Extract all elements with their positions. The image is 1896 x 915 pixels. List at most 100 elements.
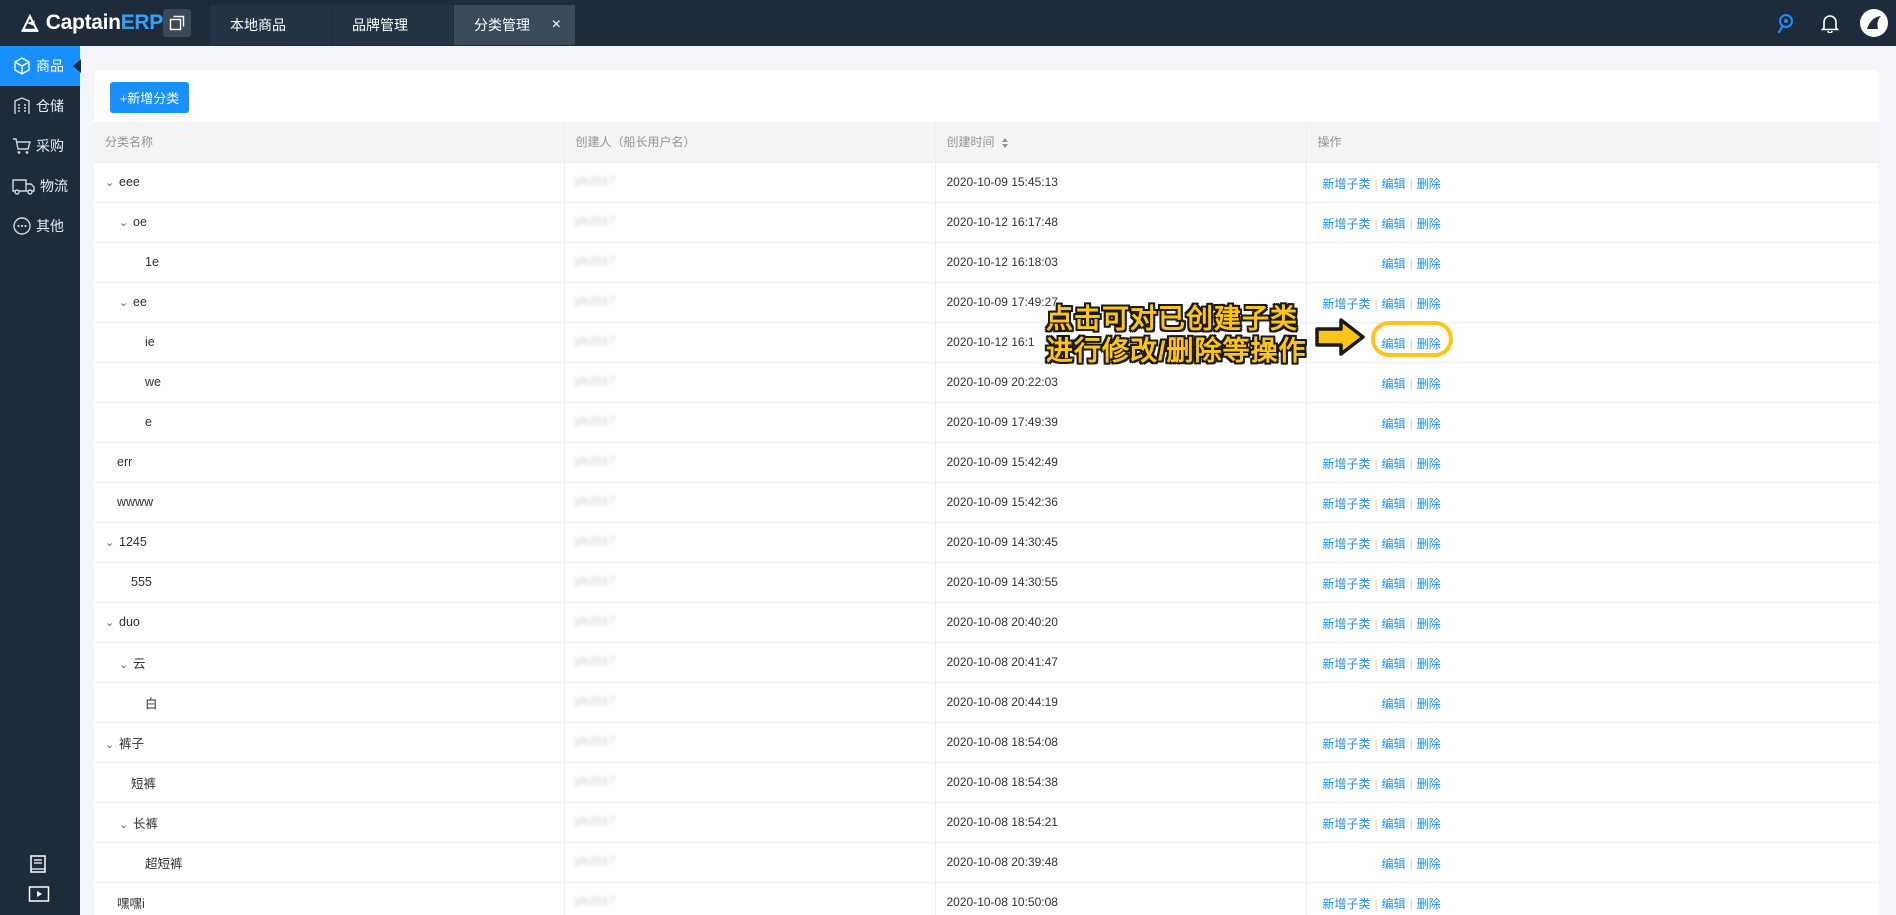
delete-link[interactable]: 删除 xyxy=(1417,457,1441,471)
category-name: 云 xyxy=(133,656,146,671)
chevron-down-icon[interactable]: ⌄ xyxy=(119,216,131,229)
category-name-cell: ie xyxy=(94,322,565,363)
edit-link[interactable]: 编辑 xyxy=(1382,697,1406,711)
delete-link[interactable]: 删除 xyxy=(1417,657,1441,671)
divider: | xyxy=(1409,816,1413,831)
chevron-down-icon[interactable]: ⌄ xyxy=(119,296,131,309)
column-header-time[interactable]: 创建时间 xyxy=(935,122,1307,163)
add-child-link[interactable]: 新增子类 xyxy=(1323,537,1371,551)
delete-link[interactable]: 删除 xyxy=(1417,257,1441,271)
add-category-button[interactable]: +新增分类 xyxy=(110,82,189,113)
window-toggle-button[interactable] xyxy=(163,9,191,37)
delete-link[interactable]: 删除 xyxy=(1417,177,1441,191)
edit-link[interactable]: 编辑 xyxy=(1382,417,1406,431)
chevron-down-icon[interactable]: ⌄ xyxy=(119,818,131,831)
add-child-link[interactable]: 新增子类 xyxy=(1323,817,1371,831)
delete-link[interactable]: 删除 xyxy=(1417,857,1441,871)
delete-link[interactable]: 删除 xyxy=(1417,377,1441,391)
add-child-link[interactable]: 新增子类 xyxy=(1323,777,1371,791)
book-icon xyxy=(30,855,46,873)
created-time-cell: 2020-10-08 18:54:08 xyxy=(935,722,1307,763)
category-name: 短裤 xyxy=(131,776,157,791)
creator-cell: jdu2017 xyxy=(564,642,936,683)
chevron-down-icon[interactable]: ⌄ xyxy=(105,176,117,189)
edit-link[interactable]: 编辑 xyxy=(1382,857,1406,871)
chevron-down-icon[interactable]: ⌄ xyxy=(105,616,117,629)
creator-cell: jdu2017 xyxy=(564,802,936,843)
add-child-link[interactable]: 新增子类 xyxy=(1323,497,1371,511)
tab-brand-management[interactable]: 品牌管理 xyxy=(332,5,453,45)
add-child-link[interactable]: 新增子类 xyxy=(1323,577,1371,591)
edit-link[interactable]: 编辑 xyxy=(1382,177,1406,191)
add-child-link[interactable]: 新增子类 xyxy=(1323,657,1371,671)
delete-link[interactable]: 删除 xyxy=(1417,777,1441,791)
edit-link[interactable]: 编辑 xyxy=(1382,297,1406,311)
add-child-link[interactable]: 新增子类 xyxy=(1323,617,1371,631)
edit-link[interactable]: 编辑 xyxy=(1382,537,1406,551)
sort-icon[interactable] xyxy=(1001,137,1009,149)
table-row: we jdu2017 2020-10-09 20:22:03 |编辑|删除 xyxy=(94,362,1879,403)
tab-category-management[interactable]: 分类管理 × xyxy=(454,5,575,45)
delete-link[interactable]: 删除 xyxy=(1417,297,1441,311)
edit-link[interactable]: 编辑 xyxy=(1382,457,1406,471)
edit-link[interactable]: 编辑 xyxy=(1382,577,1406,591)
add-child-link[interactable]: 新增子类 xyxy=(1323,897,1371,911)
help-icon xyxy=(1777,14,1793,34)
delete-link[interactable]: 删除 xyxy=(1417,577,1441,591)
delete-link[interactable]: 删除 xyxy=(1417,737,1441,751)
notifications-button[interactable] xyxy=(1808,0,1852,46)
name-wrap: ⌄ 云 xyxy=(105,653,146,672)
category-name: 1245 xyxy=(119,535,147,549)
column-header-creator: 创建人（船长用户名） xyxy=(564,122,936,163)
edit-link[interactable]: 编辑 xyxy=(1382,257,1406,271)
sidebar-item-other[interactable]: 其他 xyxy=(0,206,80,246)
edit-link[interactable]: 编辑 xyxy=(1382,817,1406,831)
edit-link[interactable]: 编辑 xyxy=(1382,777,1406,791)
edit-link[interactable]: 编辑 xyxy=(1382,897,1406,911)
name-wrap: ⌄ duo xyxy=(105,615,140,629)
divider: | xyxy=(1409,576,1413,591)
ops-cell: |编辑|删除 xyxy=(1306,682,1879,723)
ops-cell: 新增子类 | 编辑 | 删除 xyxy=(1306,202,1879,243)
edit-link[interactable]: 编辑 xyxy=(1382,617,1406,631)
sidebar-item-warehouse[interactable]: 仓储 xyxy=(0,86,80,126)
delete-link[interactable]: 删除 xyxy=(1417,817,1441,831)
help-button[interactable] xyxy=(1764,0,1808,46)
delete-link[interactable]: 删除 xyxy=(1417,417,1441,431)
edit-link[interactable]: 编辑 xyxy=(1382,217,1406,231)
delete-link[interactable]: 删除 xyxy=(1417,617,1441,631)
delete-link[interactable]: 删除 xyxy=(1417,897,1441,911)
user-avatar-button[interactable] xyxy=(1852,0,1896,46)
edit-link[interactable]: 编辑 xyxy=(1382,737,1406,751)
delete-link[interactable]: 删除 xyxy=(1417,537,1441,551)
brand-accent: ERP xyxy=(120,11,164,34)
chevron-down-icon[interactable]: ⌄ xyxy=(105,536,117,549)
sidebar-item-products[interactable]: 商品 xyxy=(0,46,81,86)
video-tutorial-button[interactable] xyxy=(28,879,50,909)
edit-link[interactable]: 编辑 xyxy=(1382,657,1406,671)
sidebar-item-purchasing[interactable]: 采购 xyxy=(0,126,80,166)
chevron-down-icon[interactable]: ⌄ xyxy=(119,658,131,671)
table-row: ⌄ 1245 jdu2017 2020-10-09 14:30:45 新增子类 | 编… xyxy=(94,522,1879,563)
docs-button[interactable] xyxy=(28,849,50,879)
add-child-link[interactable]: 新增子类 xyxy=(1323,457,1371,471)
add-child-link[interactable]: 新增子类 xyxy=(1323,177,1371,191)
delete-link[interactable]: 删除 xyxy=(1417,697,1441,711)
table-row: ⌄ oe jdu2017 2020-10-12 16:17:48 新增子类 | 编辑 |… xyxy=(94,202,1879,243)
add-child-link[interactable]: 新增子类 xyxy=(1323,737,1371,751)
created-time-cell: 2020-10-09 14:30:55 xyxy=(935,562,1307,603)
add-child-link[interactable]: 新增子类 xyxy=(1323,217,1371,231)
app-logo[interactable]: Captain ERP xyxy=(0,0,163,46)
sidebar-item-logistics[interactable]: 物流 xyxy=(0,166,80,206)
category-name: we xyxy=(145,375,161,389)
delete-link[interactable]: 删除 xyxy=(1417,497,1441,511)
captain-logo-icon xyxy=(21,13,39,32)
add-child-link[interactable]: 新增子类 xyxy=(1323,297,1371,311)
edit-link[interactable]: 编辑 xyxy=(1382,377,1406,391)
chevron-down-icon[interactable]: ⌄ xyxy=(105,738,117,751)
edit-link[interactable]: 编辑 xyxy=(1382,497,1406,511)
tab-local-products[interactable]: 本地商品 xyxy=(210,5,331,45)
delete-link[interactable]: 删除 xyxy=(1417,217,1441,231)
creator-cell: jdu2017 xyxy=(564,322,936,363)
close-icon[interactable]: × xyxy=(552,16,561,34)
